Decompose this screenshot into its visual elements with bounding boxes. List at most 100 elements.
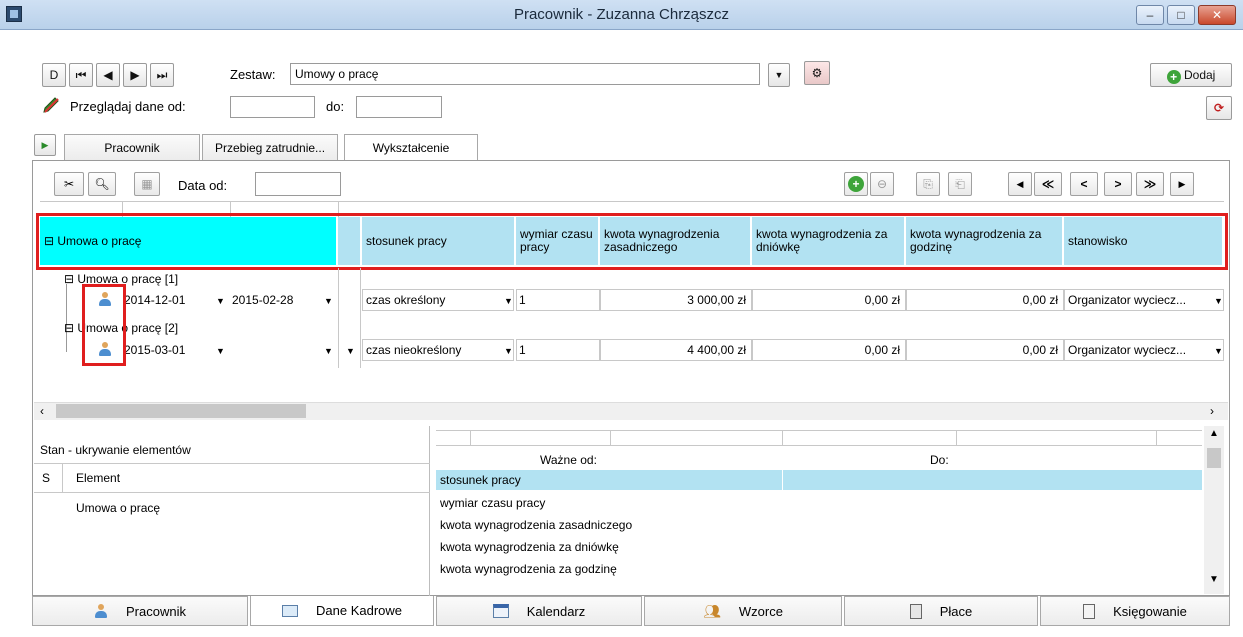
scroll-right-button[interactable]: > xyxy=(1104,172,1132,196)
tab-pracownik[interactable]: Pracownik xyxy=(64,134,200,160)
scroll-down-arrow-icon[interactable]: ▼ xyxy=(1206,574,1222,588)
row2-from-date[interactable]: 2015-03-01 xyxy=(124,339,214,361)
element-value[interactable]: Umowa o pracę xyxy=(76,500,160,516)
list-item-wymiar[interactable]: wymiar czasu pracy xyxy=(440,493,545,513)
bottom-tab-place[interactable]: Płace xyxy=(844,596,1038,626)
next-record-button[interactable]: ▶ xyxy=(123,63,147,87)
browse-to-input[interactable] xyxy=(356,96,442,118)
list-item-zasadnicze[interactable]: kwota wynagrodzenia zasadniczego xyxy=(440,515,632,535)
remove-row-icon[interactable]: ⊖ xyxy=(870,172,894,196)
scroll-left-button[interactable]: < xyxy=(1070,172,1098,196)
scroll-left-arrow-icon[interactable]: ‹ xyxy=(40,404,50,418)
add-button[interactable]: + Dodaj xyxy=(1150,63,1232,87)
list-item-stosunek[interactable]: stosunek pracy xyxy=(440,470,521,490)
lower-stub xyxy=(610,430,611,446)
paste-row-icon[interactable]: ⎗ xyxy=(948,172,972,196)
browse-to-label: do: xyxy=(326,99,345,114)
list-item-godzina[interactable]: kwota wynagrodzenia za godzinę xyxy=(440,559,617,579)
row2-dniowka: 0,00 zł xyxy=(864,343,900,357)
data-od-label: Data od: xyxy=(178,178,228,193)
bottom-tab-kalendarz[interactable]: Kalendarz xyxy=(436,596,642,626)
calculator-icon xyxy=(909,603,922,619)
row2-to-date[interactable] xyxy=(232,339,322,361)
data-od-input[interactable] xyxy=(255,172,341,196)
calendar-field-icon[interactable]: ▦ xyxy=(134,172,160,196)
zestaw-select[interactable]: Umowy o pracę xyxy=(290,63,760,85)
do-header: Do: xyxy=(930,453,949,467)
grid-top-line xyxy=(40,201,1224,202)
dropdown-arrow-icon[interactable]: ▼ xyxy=(216,296,225,306)
tab-przebieg-zatrudnienia[interactable]: Przebieg zatrudnie... xyxy=(202,134,338,160)
search-icon[interactable]: 🔍︎ xyxy=(88,172,116,196)
row2-stanowisko: Organizator wyciecz... xyxy=(1068,343,1187,357)
browse-from-input[interactable] xyxy=(230,96,315,118)
dropdown-arrow-icon[interactable]: ▼ xyxy=(504,346,513,356)
bottom-tab-label: Płace xyxy=(939,603,973,619)
highlight-header-box xyxy=(36,213,1228,270)
person-icon xyxy=(94,604,108,618)
lower-right-top-line xyxy=(436,430,1202,431)
wazne-od-header: Ważne od: xyxy=(540,453,597,467)
bottom-tab-label: Wzorce xyxy=(738,603,783,619)
refresh-icon[interactable]: ⟳ xyxy=(1206,96,1232,120)
dropdown-arrow-icon[interactable]: ▼ xyxy=(1214,346,1223,356)
bottom-tab-dane-kadrowe[interactable]: Dane Kadrowe xyxy=(250,596,434,626)
row1-from-date[interactable]: 2014-12-01 xyxy=(124,289,214,311)
list-item-dniowka[interactable]: kwota wynagrodzenia za dniówkę xyxy=(440,537,619,557)
scroll-up-arrow-icon[interactable]: ▲ xyxy=(1206,428,1222,442)
tab-wyksztalcenie[interactable]: Wykształcenie xyxy=(344,134,478,160)
scroll-right-arrow-icon[interactable]: › xyxy=(1210,404,1220,418)
stan-title: Stan - ukrywanie elementów xyxy=(40,443,191,457)
first-record-d-button[interactable]: D xyxy=(42,63,66,87)
minimize-button[interactable]: – xyxy=(1136,5,1164,25)
row2-wymiar: 1 xyxy=(519,343,526,357)
dropdown-arrow-icon[interactable]: ▼ xyxy=(324,296,333,306)
scroll-page-left-button[interactable]: ≪ xyxy=(1034,172,1062,196)
previous-record-button[interactable]: ◀ xyxy=(96,63,120,87)
browse-from-label: Przeglądaj dane od: xyxy=(70,99,186,114)
dropdown-arrow-icon[interactable]: ▼ xyxy=(1214,296,1223,306)
bottom-tab-label: Dane Kadrowe xyxy=(316,603,402,618)
dropdown-arrow-icon[interactable]: ▼ xyxy=(504,296,513,306)
grid-vline xyxy=(360,268,361,368)
horizontal-scroll-thumb[interactable] xyxy=(56,404,306,418)
bottom-tab-wzorce[interactable]: 👥︎ Wzorce xyxy=(644,596,842,626)
bottom-tab-label: Księgowanie xyxy=(1113,603,1187,619)
plus-circle-icon: + xyxy=(1166,70,1181,84)
dropdown-arrow-icon[interactable]: ▼ xyxy=(324,346,333,356)
vertical-scroll-thumb[interactable] xyxy=(1207,448,1221,468)
settings-set-icon[interactable]: ⚙ xyxy=(804,61,830,85)
lower-stub xyxy=(1156,430,1157,446)
first-record-button[interactable]: ⏮ xyxy=(69,63,93,87)
row2-stosunek: czas nieokreślony xyxy=(366,343,462,357)
tree-line xyxy=(66,284,67,352)
row1-zasadnicze: 3 000,00 zł xyxy=(687,293,746,307)
add-row-icon[interactable]: + xyxy=(844,172,868,196)
card-icon xyxy=(282,604,298,617)
zestaw-dropdown-button[interactable]: ▼ xyxy=(768,63,790,87)
lower-stub xyxy=(782,430,783,446)
copy-row-icon[interactable]: ⎘ xyxy=(916,172,940,196)
row2-zasadnicze: 4 400,00 zł xyxy=(687,343,746,357)
expand-arrow-button[interactable]: ▶ xyxy=(34,134,56,156)
stan-divider xyxy=(34,492,430,493)
bottom-tab-ksiegowanie[interactable]: Księgowanie xyxy=(1040,596,1230,626)
bottom-tab-pracownik[interactable]: Pracownik xyxy=(32,596,248,626)
row1-godzina: 0,00 zł xyxy=(1022,293,1058,307)
grid-vline xyxy=(338,268,339,368)
dropdown-arrow-icon[interactable]: ▼ xyxy=(346,346,355,356)
zestaw-label: Zestaw: xyxy=(230,67,276,82)
scroll-first-button[interactable]: ◀ xyxy=(1008,172,1032,196)
scroll-last-button[interactable]: ▶ xyxy=(1170,172,1194,196)
selected-row-highlight[interactable] xyxy=(436,470,1202,490)
lower-stub xyxy=(956,430,957,446)
row1-to-date[interactable]: 2015-02-28 xyxy=(232,289,322,311)
last-record-button[interactable]: ⏭ xyxy=(150,63,174,87)
dropdown-arrow-icon[interactable]: ▼ xyxy=(216,346,225,356)
close-button[interactable]: ✕ xyxy=(1198,5,1236,25)
maximize-button[interactable]: □ xyxy=(1167,5,1195,25)
tools-icon[interactable]: ✂ xyxy=(54,172,84,196)
row1-dniowka: 0,00 zł xyxy=(864,293,900,307)
scroll-page-right-button[interactable]: ≫ xyxy=(1136,172,1164,196)
element-column-header: Element xyxy=(76,471,121,485)
